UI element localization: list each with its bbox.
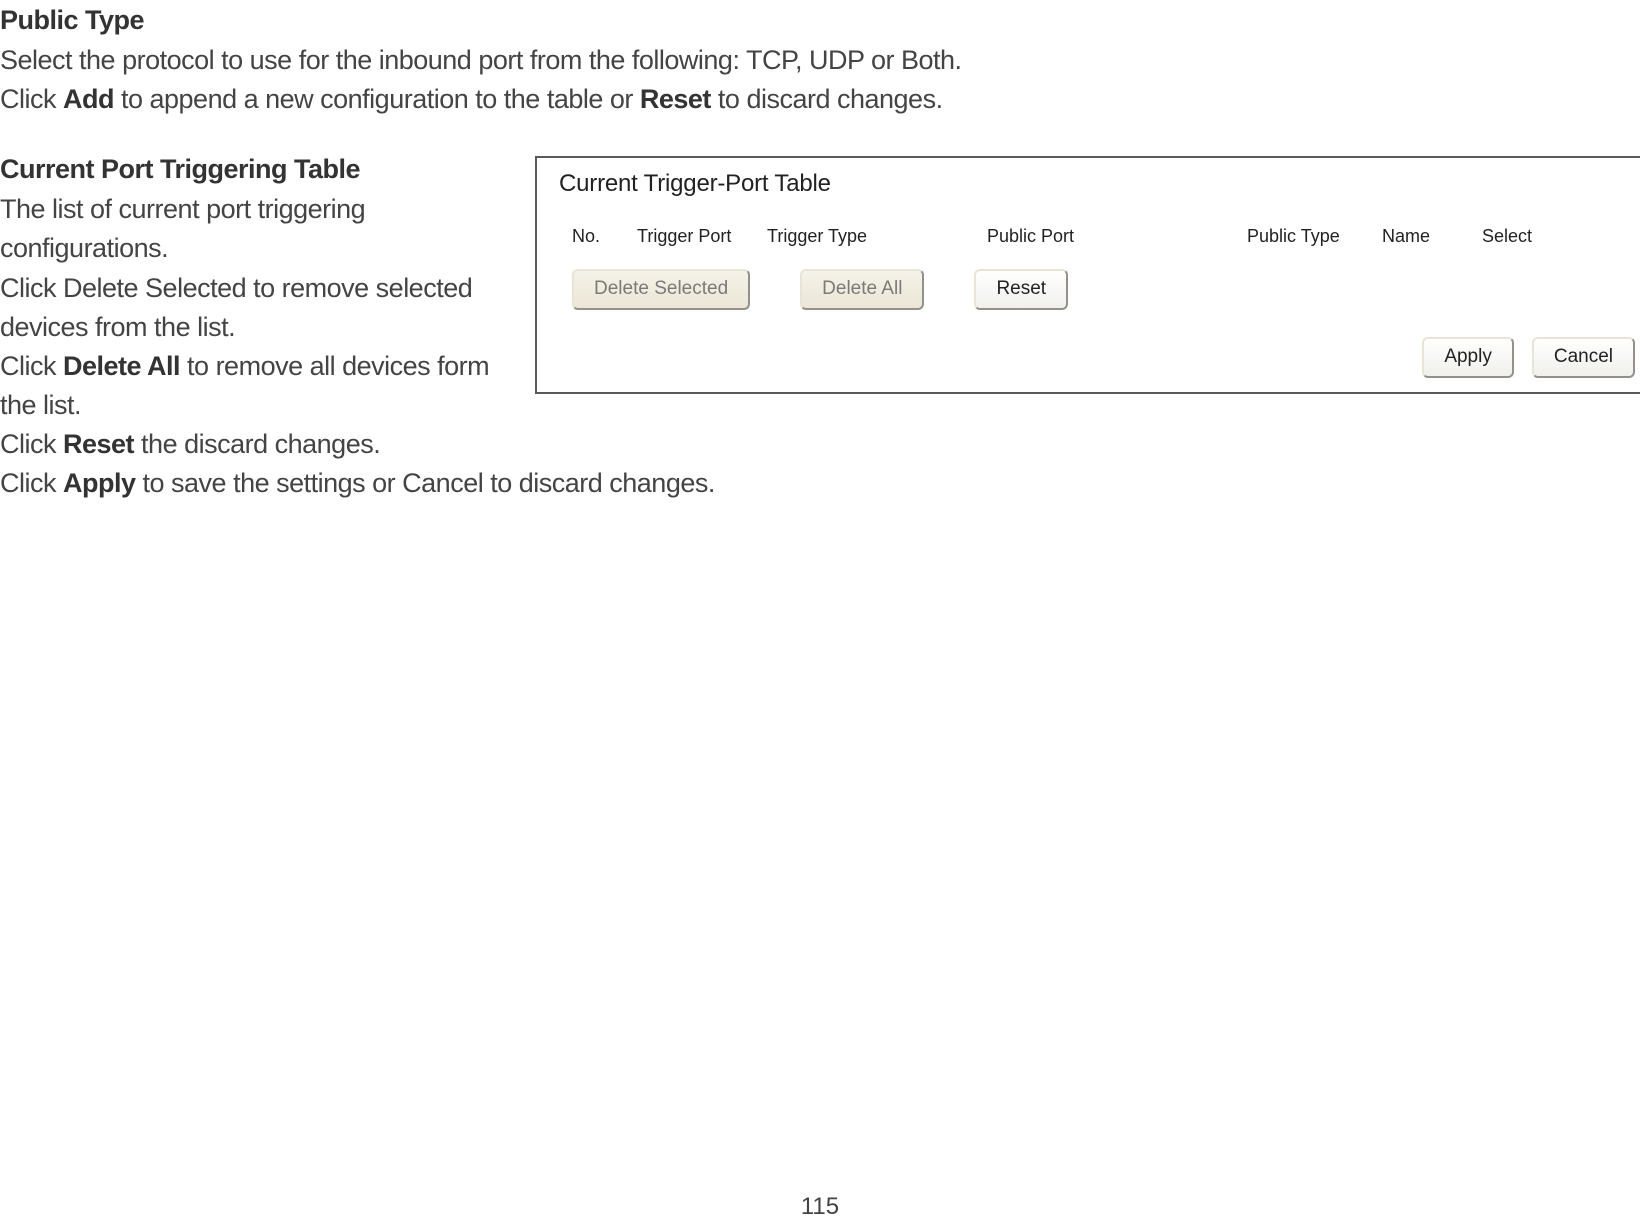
panel-title: Current Trigger-Port Table xyxy=(537,158,1640,208)
public-type-heading: Public Type xyxy=(0,5,1640,36)
text-fragment: to save the settings or Cancel to discar… xyxy=(136,468,715,498)
col-trigger-port: Trigger Port xyxy=(637,226,767,247)
trigger-port-table-panel: Current Trigger-Port Table No. Trigger P… xyxy=(535,156,1640,394)
delete-selected-text: Click Delete Selected to remove selected… xyxy=(0,269,505,347)
reset-button[interactable]: Reset xyxy=(974,269,1068,310)
delete-selected-button[interactable]: Delete Selected xyxy=(572,269,750,310)
delete-all-text: Click Delete All to remove all devices f… xyxy=(0,347,505,425)
table-header-row: No. Trigger Port Trigger Type Public Por… xyxy=(537,208,1640,269)
col-name: Name xyxy=(1382,226,1482,247)
text-fragment: to discard changes. xyxy=(711,84,943,114)
col-trigger-type: Trigger Type xyxy=(767,226,987,247)
text-fragment: Click xyxy=(0,84,63,114)
apply-button[interactable]: Apply xyxy=(1422,337,1514,378)
triggering-description: The list of current port triggering conf… xyxy=(0,190,505,268)
reset-label: Reset xyxy=(640,84,711,114)
reset-text: Click Reset the discard changes. xyxy=(0,425,505,464)
text-fragment: Click xyxy=(0,468,63,498)
reset-label-2: Reset xyxy=(63,429,134,459)
col-public-type: Public Type xyxy=(1247,226,1382,247)
public-type-instruction: Click Add to append a new configuration … xyxy=(0,80,1640,119)
col-select: Select xyxy=(1482,226,1562,247)
apply-label: Apply xyxy=(63,468,136,498)
cancel-button[interactable]: Cancel xyxy=(1532,337,1635,378)
delete-all-button[interactable]: Delete All xyxy=(800,269,924,310)
current-port-triggering-heading: Current Port Triggering Table xyxy=(0,154,505,185)
page-number: 115 xyxy=(801,1193,839,1221)
delete-all-label: Delete All xyxy=(63,351,180,381)
text-fragment: Click xyxy=(0,351,63,381)
col-no: No. xyxy=(572,226,637,247)
text-fragment: Click xyxy=(0,429,63,459)
text-fragment: the discard changes. xyxy=(134,429,380,459)
text-fragment: to append a new configuration to the tab… xyxy=(114,84,640,114)
public-type-description: Select the protocol to use for the inbou… xyxy=(0,41,1640,80)
apply-text: Click Apply to save the settings or Canc… xyxy=(0,464,1640,503)
add-label: Add xyxy=(63,84,114,114)
col-public-port: Public Port xyxy=(987,226,1247,247)
